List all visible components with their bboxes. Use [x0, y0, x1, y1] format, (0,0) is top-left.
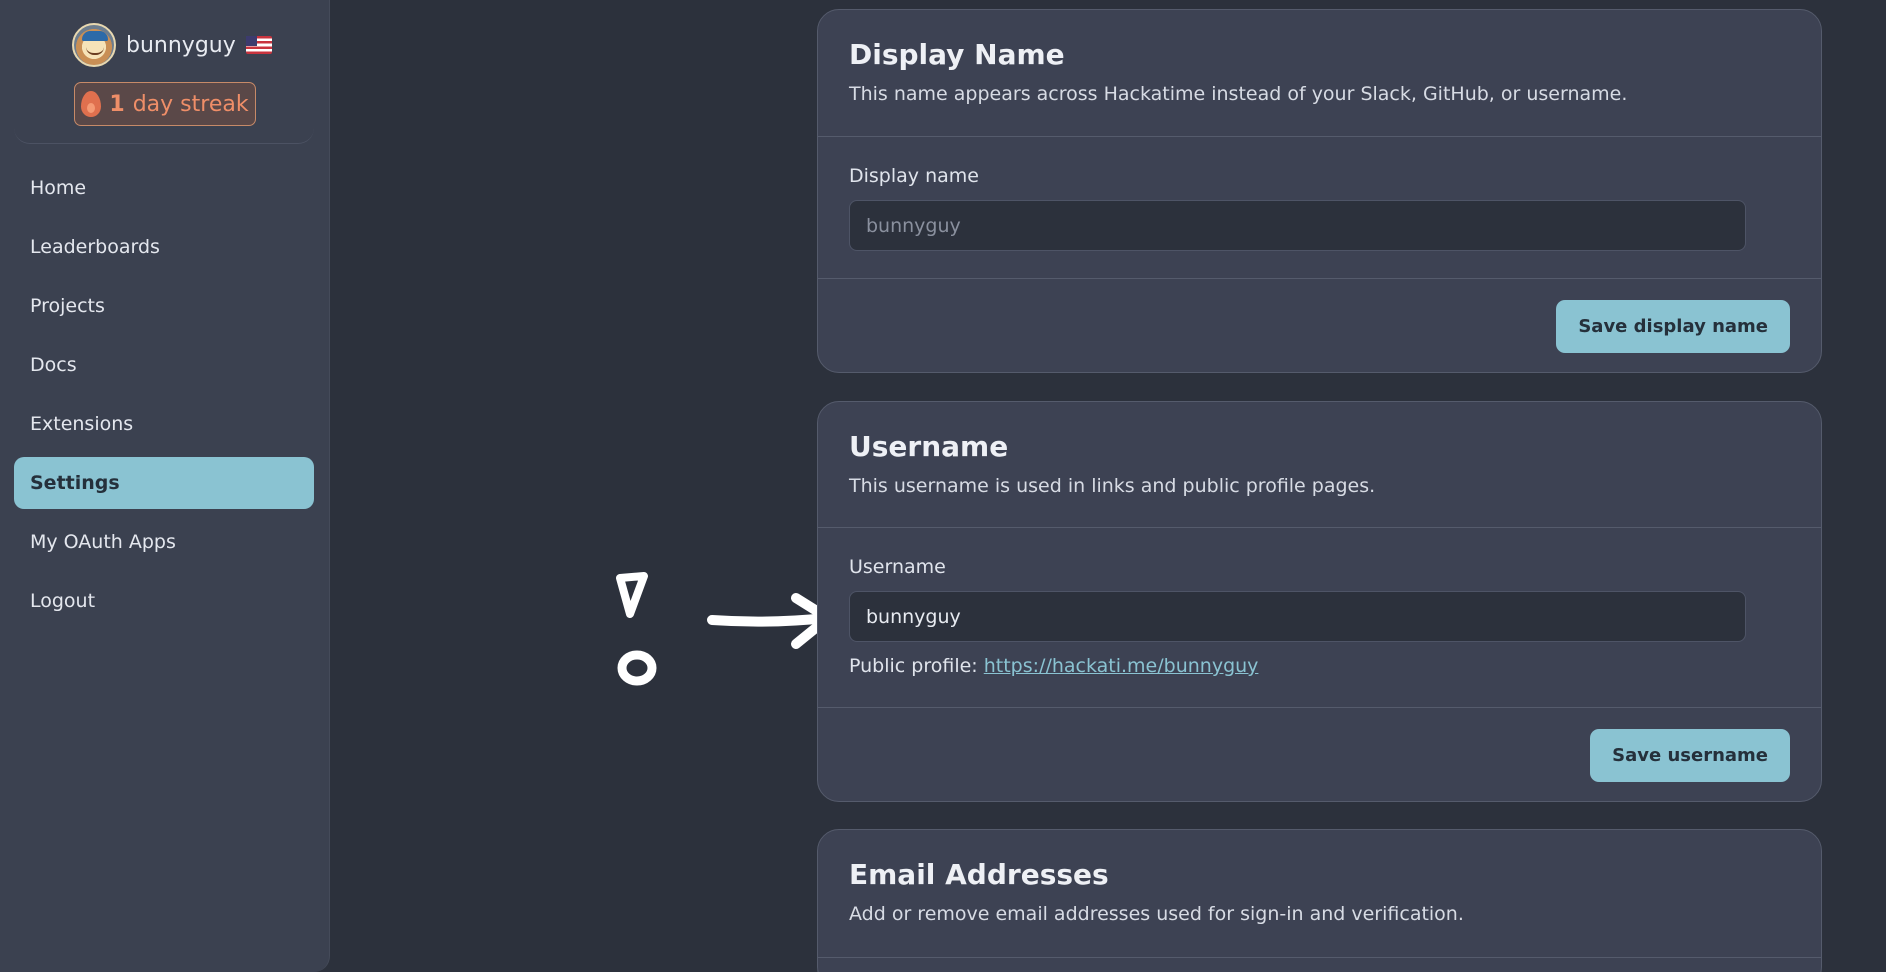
- profile-header: bunnyguy 1 day streak: [14, 0, 314, 144]
- card-footer: Save display name: [818, 279, 1821, 372]
- app-root: bunnyguy 1 day streak Home Leaderboards …: [0, 0, 1886, 972]
- email-addresses-title: Email Addresses: [849, 858, 1109, 891]
- card-body: Display name: [818, 137, 1821, 279]
- username-description: This username is used in links and publi…: [849, 475, 1376, 497]
- card-header: Username This username is used in links …: [818, 402, 1821, 528]
- email-addresses-card: Email Addresses Add or remove email addr…: [817, 829, 1822, 972]
- card-header: Display Name This name appears across Ha…: [818, 10, 1821, 137]
- sidebar-item-label: My OAuth Apps: [30, 531, 176, 553]
- streak-label: day streak: [132, 91, 249, 117]
- public-profile-line: Public profile: https://hackati.me/bunny…: [849, 655, 1790, 677]
- sidebar-item-label: Leaderboards: [30, 236, 160, 258]
- username-card: Username This username is used in links …: [817, 401, 1822, 802]
- sidebar-item-settings[interactable]: Settings: [14, 457, 314, 509]
- sidebar-item-label: Docs: [30, 354, 77, 376]
- save-username-button[interactable]: Save username: [1590, 728, 1790, 782]
- username-title: Username: [849, 430, 1009, 463]
- card-footer: Save username: [818, 708, 1821, 801]
- sidebar-item-label: Home: [30, 177, 87, 199]
- public-profile-prefix: Public profile:: [849, 655, 978, 677]
- email-addresses-description: Add or remove email addresses used for s…: [849, 903, 1464, 925]
- sidebar-item-logout[interactable]: Logout: [14, 575, 314, 627]
- sidebar-item-leaderboards[interactable]: Leaderboards: [14, 221, 314, 273]
- card-header: Email Addresses Add or remove email addr…: [818, 830, 1821, 958]
- sidebar: bunnyguy 1 day streak Home Leaderboards …: [0, 0, 330, 972]
- streak-count: 1: [109, 91, 125, 117]
- username-label: Username: [849, 556, 946, 578]
- flame-icon: [81, 91, 102, 117]
- display-name-card: Display Name This name appears across Ha…: [817, 9, 1822, 373]
- sidebar-item-home[interactable]: Home: [14, 162, 314, 214]
- us-flag-icon: [245, 36, 272, 54]
- display-name-input[interactable]: [849, 200, 1746, 251]
- sidebar-item-label: Extensions: [30, 413, 134, 435]
- display-name-title: Display Name: [849, 38, 1065, 71]
- sidebar-item-projects[interactable]: Projects: [14, 280, 314, 332]
- display-name-description: This name appears across Hackatime inste…: [849, 83, 1628, 105]
- sidebar-item-label: Settings: [30, 472, 120, 494]
- annotation-arrow-icon: [616, 572, 833, 686]
- avatar[interactable]: [72, 23, 116, 67]
- save-display-name-button[interactable]: Save display name: [1556, 299, 1790, 353]
- sidebar-item-label: Projects: [30, 295, 105, 317]
- card-body: Username Public profile: https://hackati…: [818, 528, 1821, 708]
- sidebar-nav: Home Leaderboards Projects Docs Extensio…: [14, 162, 314, 634]
- sidebar-username: bunnyguy: [126, 32, 236, 58]
- display-name-label: Display name: [849, 165, 979, 187]
- sidebar-item-oauth-apps[interactable]: My OAuth Apps: [14, 516, 314, 568]
- sidebar-item-extensions[interactable]: Extensions: [14, 398, 314, 450]
- public-profile-link[interactable]: https://hackati.me/bunnyguy: [984, 655, 1259, 677]
- streak-badge: 1 day streak: [74, 82, 256, 126]
- sidebar-item-docs[interactable]: Docs: [14, 339, 314, 391]
- sidebar-item-label: Logout: [30, 590, 96, 612]
- user-row: bunnyguy: [72, 22, 272, 68]
- username-input[interactable]: [849, 591, 1746, 642]
